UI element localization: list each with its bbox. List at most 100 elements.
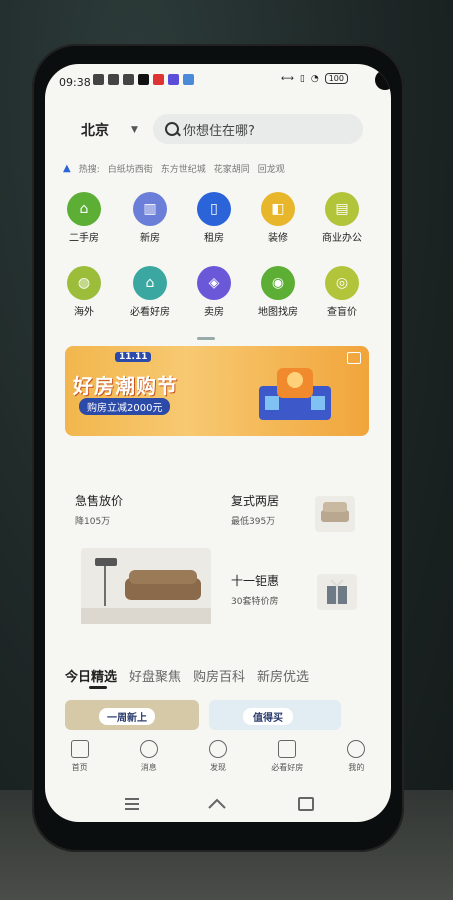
grid-item-chajia[interactable]: ◎ 查盲价 (317, 266, 367, 318)
nav-discover[interactable]: 发现 (183, 736, 252, 784)
bottom-nav: 首页 消息 发现 必看好房 我的 (45, 736, 391, 784)
grid-item-label: 必看好房 (130, 307, 170, 318)
grid-item-ershoufang[interactable]: ⌂ 二手房 (59, 192, 109, 244)
card-weekly-new[interactable]: 一周新上 (65, 700, 199, 730)
grid-item-haiwai[interactable]: ◍ 海外 (59, 266, 109, 318)
nav-label: 消息 (140, 763, 157, 772)
armchair-image (315, 496, 355, 532)
back-square-icon[interactable] (298, 797, 314, 811)
promo-title[interactable]: 复式两居 (231, 492, 279, 509)
fire-icon: ▲ (63, 163, 71, 174)
map-pin-icon: ◉ (261, 266, 295, 300)
header: 北京 ▼ 你想住在哪? ▲ 热搜: 白纸坊西街 东方世纪城 花家胡同 回龙观 (57, 94, 377, 180)
hot-tag[interactable]: 回龙观 (258, 162, 285, 175)
paint-icon: ◧ (261, 192, 295, 226)
status-notification-icons (93, 74, 194, 85)
grid-item-zufang[interactable]: ▯ 租房 (189, 192, 239, 244)
tab-xinfang[interactable]: 新房优选 (257, 666, 309, 685)
hot-tag[interactable]: 东方世纪城 (161, 162, 206, 175)
building-icon: ▥ (133, 192, 167, 226)
card-label: 值得买 (243, 708, 293, 725)
grid-item-zhuangxiu[interactable]: ◧ 装修 (253, 192, 303, 244)
nav-label: 首页 (71, 763, 88, 772)
nav-profile[interactable]: 我的 (322, 736, 391, 784)
document-icon (278, 740, 297, 758)
image-icon (347, 352, 361, 364)
compass-icon (209, 740, 227, 758)
city-selector[interactable]: 北京 (81, 120, 109, 140)
grid-item-ditu[interactable]: ◉ 地图找房 (253, 266, 303, 318)
tab-baike[interactable]: 购房百科 (193, 666, 245, 685)
tab-haopan[interactable]: 好盘聚焦 (129, 666, 181, 685)
grid-item-label: 卖房 (204, 307, 224, 318)
office-icon: ▤ (325, 192, 359, 226)
home-check-icon: ⌂ (133, 266, 167, 300)
nav-must-see[interactable]: 必看好房 (253, 736, 322, 784)
search-input[interactable]: 你想住在哪? (183, 120, 255, 139)
grid-item-label: 商业办公 (322, 233, 362, 244)
banner-illustration (259, 368, 331, 420)
phone-screen: 09:38 ⟷ ▯ ◔ 100 北京 ▼ 你想住在哪? ▲ 热搜: 白纸坊西街 … (45, 64, 391, 822)
nav-label: 必看好房 (271, 763, 304, 772)
promo-banner[interactable]: 11.11 好房潮购节 购房立减2000元 (65, 346, 369, 436)
chevron-down-icon[interactable]: ▼ (131, 125, 138, 135)
nav-label: 发现 (210, 763, 226, 772)
nav-label: 我的 (348, 763, 365, 772)
grid-item-maifang[interactable]: ◈ 卖房 (189, 266, 239, 318)
front-camera (375, 70, 391, 90)
menu-icon[interactable] (125, 798, 139, 810)
promo-title[interactable]: 急售放价 (75, 492, 123, 509)
vibrate-icon: ⟷ (281, 73, 294, 84)
tab-indicator (89, 686, 107, 689)
card-label: 一周新上 (99, 708, 155, 725)
grid-item-bikanhaofang[interactable]: ⌂ 必看好房 (125, 266, 175, 318)
hot-tag[interactable]: 花家胡同 (214, 162, 250, 175)
grid-item-label: 二手房 (69, 233, 99, 244)
home-icon (70, 740, 89, 758)
app-icon (168, 74, 179, 85)
status-time: 09:38 (59, 76, 91, 89)
home-button-icon[interactable] (208, 798, 226, 809)
content-tabs: 今日精选 好盘聚焦 购房百科 新房优选 (65, 666, 309, 685)
grid-item-xinfang[interactable]: ▥ 新房 (125, 192, 175, 244)
message-icon (93, 74, 104, 85)
banner-logo: 11.11 (115, 352, 152, 362)
hot-search-row: ▲ 热搜: 白纸坊西街 东方世纪城 花家胡同 回龙观 (63, 162, 285, 175)
sim-icon: ▯ (299, 73, 305, 84)
card-worth-buying[interactable]: 值得买 (209, 700, 341, 730)
nav-messages[interactable]: 消息 (114, 736, 183, 784)
sofa-image[interactable] (81, 548, 211, 624)
app-icon (153, 74, 164, 85)
hot-search-label: 热搜: (78, 165, 100, 175)
gift-image (317, 574, 357, 610)
banner-title: 好房潮购节 (73, 374, 178, 398)
system-nav-bar (45, 786, 391, 822)
grid-page-indicator (197, 337, 215, 340)
door-icon: ▯ (197, 192, 231, 226)
grid-item-shangye[interactable]: ▤ 商业办公 (317, 192, 367, 244)
promo-title[interactable]: 十一钜惠 (231, 572, 279, 589)
promo-subtitle: 最低395万 (231, 517, 276, 527)
status-system-icons: ⟷ ▯ ◔ 100 (281, 73, 348, 84)
promo-subtitle: 30套特价房 (231, 597, 279, 607)
wifi-icon: ◔ (310, 73, 319, 84)
tab-jinri[interactable]: 今日精选 (65, 666, 117, 685)
grid-item-label: 查盲价 (327, 307, 357, 318)
price-icon: ◎ (325, 266, 359, 300)
face-icon (347, 740, 366, 758)
house-icon: ⌂ (67, 192, 101, 226)
search-bar[interactable]: 你想住在哪? (153, 114, 363, 144)
tiktok-icon (138, 74, 149, 85)
battery-icon: 100 (324, 73, 348, 84)
hot-tag[interactable]: 白纸坊西街 (108, 162, 153, 175)
app-icon (108, 74, 119, 85)
sell-icon: ◈ (197, 266, 231, 300)
nav-home[interactable]: 首页 (45, 736, 114, 784)
promo-subtitle: 降105万 (75, 517, 111, 527)
search-icon (165, 122, 179, 136)
grid-item-label: 新房 (140, 233, 160, 244)
app-icon (183, 74, 194, 85)
chat-icon (139, 740, 158, 758)
globe-icon: ◍ (67, 266, 101, 300)
grid-item-label: 租房 (204, 233, 224, 244)
